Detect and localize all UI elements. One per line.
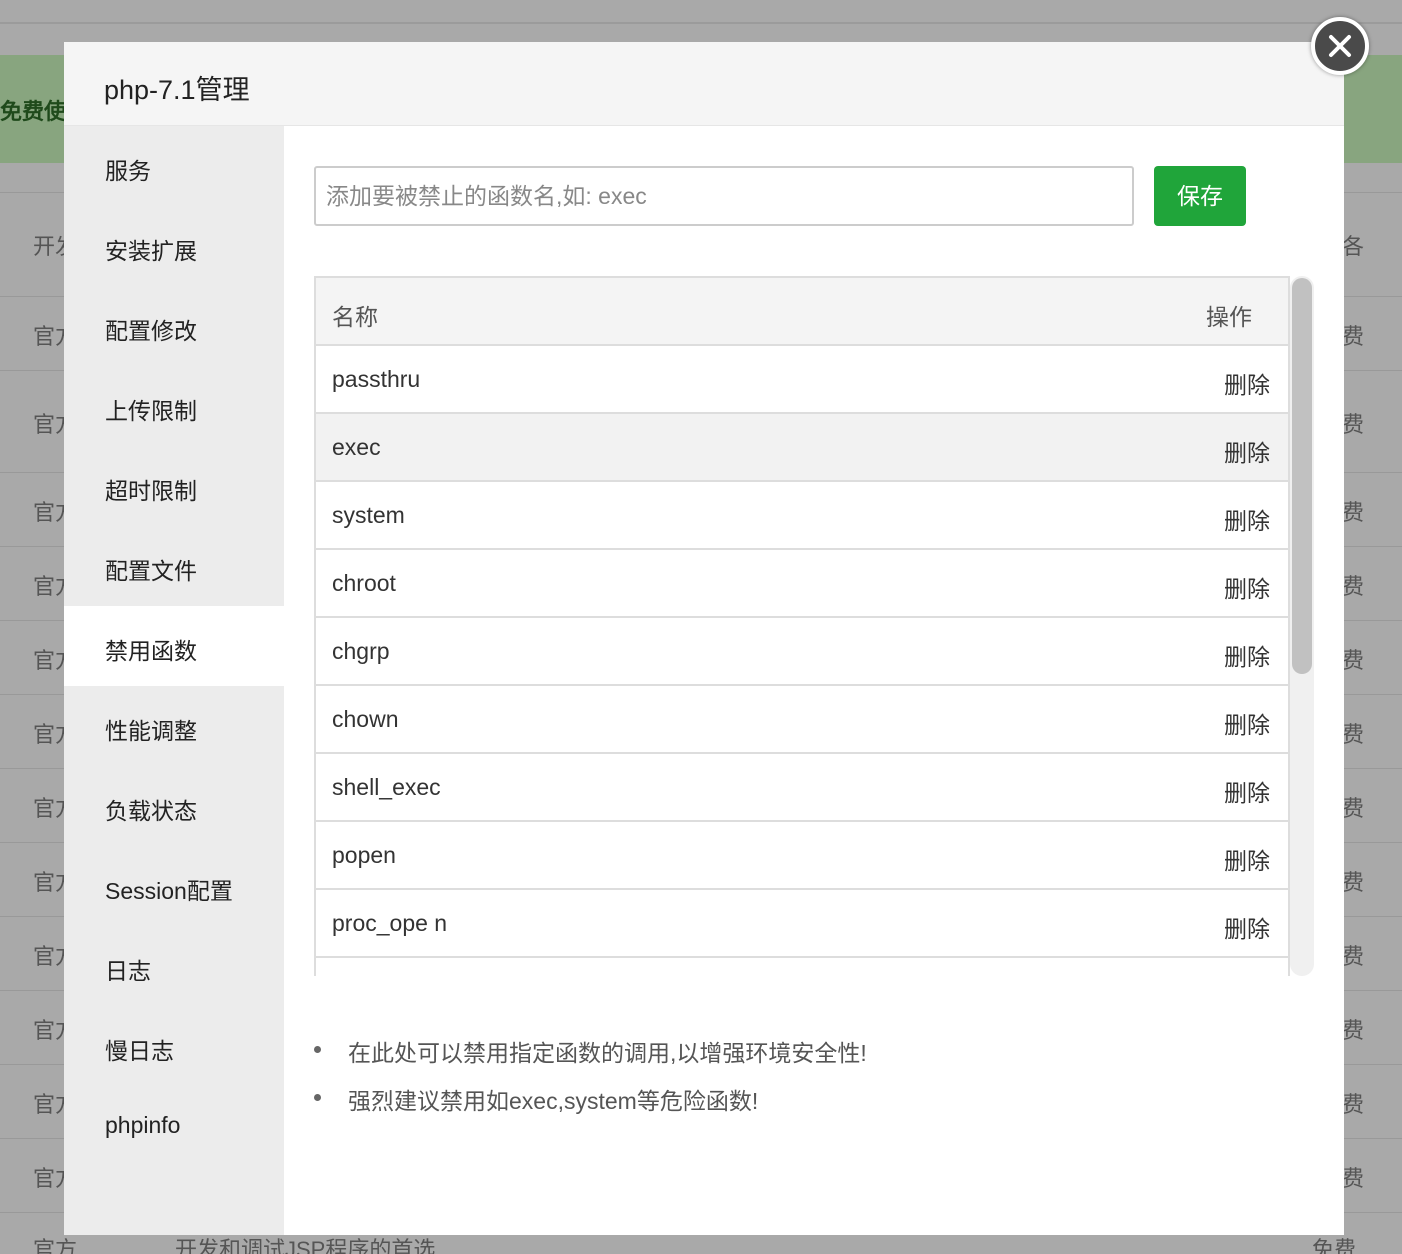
- background-bottom-right: 免费: [1312, 1237, 1357, 1254]
- disabled-functions-panel: 保存 名称 操作 passthru 删除 exec 删除 system 删除: [284, 126, 1344, 1235]
- sidebar-item-config-edit[interactable]: 配置修改: [64, 286, 284, 366]
- table-row: chgrp 删除: [316, 618, 1288, 686]
- table-row: system 删除: [316, 482, 1288, 550]
- delete-link[interactable]: 删除: [1224, 570, 1270, 604]
- sidebar-item-label: 安装扩展: [105, 238, 197, 264]
- bullet-icon: [314, 1094, 321, 1101]
- table-row: chown 删除: [316, 686, 1288, 754]
- function-name: proc_ope n: [332, 910, 448, 936]
- delete-link[interactable]: 删除: [1224, 434, 1270, 468]
- delete-link[interactable]: 删除: [1224, 842, 1270, 876]
- function-name: popen: [332, 842, 396, 868]
- background-row-right: 费: [1342, 648, 1365, 673]
- background-row-right: 费: [1342, 324, 1365, 349]
- function-name: shell_exec: [332, 774, 441, 800]
- close-button[interactable]: [1311, 17, 1369, 75]
- column-header-name: 名称: [332, 304, 378, 330]
- php-manager-dialog: php-7.1管理 服务 安装扩展 配置修改 上传限制 超时限制 配置文件 禁用…: [64, 42, 1344, 1235]
- sidebar-item-label: 配置文件: [105, 558, 197, 584]
- delete-link[interactable]: 删除: [1224, 910, 1270, 944]
- sidebar-item-upload-limit[interactable]: 上传限制: [64, 366, 284, 446]
- list-item: 在此处可以禁用指定函数的调用,以增强环境安全性!: [314, 1034, 1314, 1082]
- dialog-title: php-7.1管理: [104, 75, 250, 105]
- save-button[interactable]: 保存: [1154, 166, 1246, 226]
- sidebar-item-phpinfo[interactable]: phpinfo: [64, 1086, 284, 1166]
- dialog-header: php-7.1管理: [64, 42, 1344, 126]
- background-row-right: 费: [1342, 1018, 1365, 1043]
- function-name-input[interactable]: [314, 166, 1134, 226]
- background-bottom-left: 官方: [33, 1237, 78, 1254]
- sidebar-item-config-file[interactable]: 配置文件: [64, 526, 284, 606]
- sidebar-item-session-config[interactable]: Session配置: [64, 846, 284, 926]
- table-row: popen 删除: [316, 822, 1288, 890]
- close-icon: [1329, 35, 1351, 57]
- sidebar-item-label: 日志: [105, 958, 151, 984]
- table-header: 名称 操作: [316, 278, 1288, 346]
- background-banner-text: 免费使: [0, 99, 67, 124]
- delete-link[interactable]: 删除: [1224, 638, 1270, 672]
- delete-link[interactable]: 删除: [1224, 706, 1270, 740]
- sidebar-item-label: 负载状态: [105, 798, 197, 824]
- background-row-right: 费: [1342, 412, 1365, 437]
- background-row-right: 费: [1342, 500, 1365, 525]
- sidebar-item-label: 服务: [105, 158, 151, 184]
- sidebar: 服务 安装扩展 配置修改 上传限制 超时限制 配置文件 禁用函数 性能调整 负载…: [64, 126, 284, 1235]
- sidebar-item-disabled-functions[interactable]: 禁用函数: [64, 606, 284, 686]
- bullet-icon: [314, 1046, 321, 1053]
- background-bottom-row: 官方 开发和调试JSP程序的首选 免费: [0, 1232, 1402, 1254]
- sidebar-item-label: 上传限制: [105, 398, 197, 424]
- background-row-right: 费: [1342, 1166, 1365, 1191]
- column-header-action: 操作: [1206, 304, 1252, 330]
- sidebar-item-label: Session配置: [105, 878, 233, 904]
- table-row: shell_exec 删除: [316, 754, 1288, 822]
- background-row-right: 费: [1342, 574, 1365, 599]
- sidebar-item-label: 禁用函数: [105, 638, 197, 664]
- sidebar-item-label: 超时限制: [105, 478, 197, 504]
- background-row-right: 费: [1342, 722, 1365, 747]
- functions-table-container: 名称 操作 passthru 删除 exec 删除 system 删除 chro…: [314, 276, 1314, 976]
- background-row-right: 费: [1342, 796, 1365, 821]
- sidebar-item-label: 性能调整: [105, 718, 197, 744]
- function-name: chgrp: [332, 638, 390, 664]
- table-row: exec 删除: [316, 414, 1288, 482]
- background-row-right: 费: [1342, 944, 1365, 969]
- table-row: [316, 958, 1288, 976]
- sidebar-item-label: phpinfo: [105, 1112, 181, 1138]
- sidebar-item-log[interactable]: 日志: [64, 926, 284, 1006]
- sidebar-item-timeout-limit[interactable]: 超时限制: [64, 446, 284, 526]
- background-row-right: 费: [1342, 1092, 1365, 1117]
- tip-text: 在此处可以禁用指定函数的调用,以增强环境安全性!: [348, 1040, 867, 1066]
- sidebar-item-slow-log[interactable]: 慢日志: [64, 1006, 284, 1086]
- sidebar-item-label: 配置修改: [105, 318, 197, 344]
- table-row: proc_ope n 删除: [316, 890, 1288, 958]
- table-row: chroot 删除: [316, 550, 1288, 618]
- tips-list: 在此处可以禁用指定函数的调用,以增强环境安全性! 强烈建议禁用如exec,sys…: [314, 1034, 1314, 1130]
- function-name: passthru: [332, 366, 421, 392]
- sidebar-item-install-extension[interactable]: 安装扩展: [64, 206, 284, 286]
- sidebar-item-label: 慢日志: [105, 1038, 174, 1064]
- background-header-right: 各: [1342, 234, 1365, 259]
- tip-text: 强烈建议禁用如exec,system等危险函数!: [348, 1088, 759, 1114]
- background-row-right: 费: [1342, 870, 1365, 895]
- background-bottom-desc: 开发和调试JSP程序的首选: [175, 1237, 436, 1254]
- function-name: chroot: [332, 570, 396, 596]
- function-name: system: [332, 502, 405, 528]
- function-name: chown: [332, 706, 399, 732]
- table-row: passthru 删除: [316, 346, 1288, 414]
- functions-table: 名称 操作 passthru 删除 exec 删除 system 删除 chro…: [314, 276, 1290, 976]
- function-name: exec: [332, 434, 381, 460]
- sidebar-item-performance[interactable]: 性能调整: [64, 686, 284, 766]
- delete-link[interactable]: 删除: [1224, 502, 1270, 536]
- delete-link[interactable]: 删除: [1224, 366, 1270, 400]
- sidebar-item-service[interactable]: 服务: [64, 126, 284, 206]
- scrollbar-thumb[interactable]: [1292, 278, 1312, 674]
- table-scrollbar[interactable]: [1290, 276, 1314, 976]
- delete-link[interactable]: 删除: [1224, 774, 1270, 808]
- sidebar-item-load-status[interactable]: 负载状态: [64, 766, 284, 846]
- list-item: 强烈建议禁用如exec,system等危险函数!: [314, 1082, 1314, 1130]
- background-divider: [0, 22, 1402, 24]
